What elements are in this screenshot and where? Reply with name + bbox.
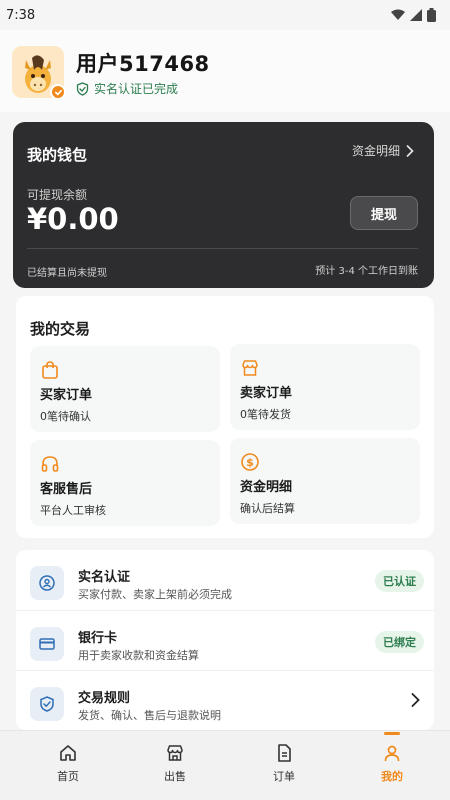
verify-status: 实名认证已完成 bbox=[76, 80, 178, 97]
tile-customer-service[interactable]: 客服售后 平台人工审核 bbox=[30, 440, 220, 526]
wallet-footer-note: 已结算且尚未提现 bbox=[27, 268, 107, 279]
tile-seller-orders[interactable]: 卖家订单 0笔待发货 bbox=[230, 344, 420, 430]
status-badge: 已绑定 bbox=[375, 631, 424, 653]
trade-title: 我的交易 bbox=[30, 320, 91, 338]
document-icon bbox=[278, 744, 291, 762]
wallet-arrival-note: 预计 3-4 个工作日到账 bbox=[315, 266, 418, 277]
store-icon bbox=[242, 360, 258, 376]
wallet-detail-label: 资金明细 bbox=[351, 144, 400, 158]
list-item-sub: 发货、确认、售后与退款说明 bbox=[78, 709, 221, 722]
chevron-right-icon bbox=[411, 693, 420, 707]
withdraw-button[interactable]: 提现 bbox=[350, 196, 418, 230]
nav-label: 我的 bbox=[381, 770, 403, 783]
nav-home[interactable]: 首页 bbox=[23, 731, 113, 800]
active-indicator bbox=[384, 732, 400, 735]
shield-check-icon bbox=[76, 81, 89, 96]
nav-label: 出售 bbox=[164, 770, 186, 783]
store-icon bbox=[167, 745, 183, 761]
tile-title: 客服售后 bbox=[40, 482, 93, 497]
verify-text: 实名认证已完成 bbox=[94, 82, 179, 96]
tile-fund-details[interactable]: $ 资金明细 确认后结算 bbox=[230, 438, 420, 524]
username: 用户517468 bbox=[76, 52, 210, 76]
wallet-detail-link[interactable]: 资金明细 bbox=[352, 142, 414, 159]
home-icon bbox=[60, 745, 76, 761]
account-list: 实名认证 买家付款、卖家上架前必须完成 已认证 银行卡 用于卖家收款和资金结算 … bbox=[16, 550, 434, 730]
status-time: 7:38 bbox=[6, 7, 36, 23]
tile-sub: 0笔待确认 bbox=[40, 410, 91, 423]
nav-me[interactable]: 我的 bbox=[347, 731, 437, 800]
status-badge: 已认证 bbox=[375, 570, 424, 592]
signal-icon bbox=[410, 9, 422, 21]
verified-check-icon bbox=[50, 84, 66, 100]
tile-sub: 平台人工审核 bbox=[40, 504, 106, 517]
wifi-icon bbox=[391, 9, 405, 20]
tile-title: 买家订单 bbox=[40, 388, 93, 403]
shopping-bag-icon bbox=[42, 361, 58, 379]
list-item-title: 银行卡 bbox=[78, 631, 118, 646]
nav-label: 订单 bbox=[273, 770, 295, 783]
trade-card: 我的交易 买家订单 0笔待确认 卖家订单 0笔待发货 客服售后 平台人工审核 $… bbox=[16, 296, 434, 538]
credit-card-icon bbox=[30, 627, 64, 661]
status-icons bbox=[391, 8, 436, 22]
list-item-sub: 买家付款、卖家上架前必须完成 bbox=[78, 588, 232, 601]
balance-label: 可提现余额 bbox=[27, 188, 88, 202]
svg-text:$: $ bbox=[246, 456, 254, 469]
tile-sub: 0笔待发货 bbox=[240, 408, 291, 421]
list-item-real-name[interactable]: 实名认证 买家付款、卖家上架前必须完成 已认证 bbox=[16, 550, 434, 610]
wallet-card: 我的钱包 资金明细 可提现余额 ¥0.00 提现 已结算且尚未提现 预计 3-4… bbox=[13, 122, 434, 288]
nav-sell[interactable]: 出售 bbox=[130, 731, 220, 800]
tile-buyer-orders[interactable]: 买家订单 0笔待确认 bbox=[30, 346, 220, 432]
list-item-trade-rules[interactable]: 交易规则 发货、确认、售后与退款说明 bbox=[16, 670, 434, 730]
tile-sub: 确认后结算 bbox=[240, 502, 295, 515]
headphones-icon bbox=[41, 456, 59, 472]
list-item-sub: 用于卖家收款和资金结算 bbox=[78, 649, 199, 662]
nav-orders[interactable]: 订单 bbox=[239, 731, 329, 800]
profile-header: 用户517468 实名认证已完成 bbox=[0, 30, 450, 112]
user-icon bbox=[384, 745, 400, 762]
balance-amount: ¥0.00 bbox=[27, 202, 119, 236]
list-item-title: 实名认证 bbox=[78, 570, 131, 585]
chevron-right-icon bbox=[406, 144, 414, 157]
nav-label: 首页 bbox=[57, 770, 79, 783]
id-badge-icon bbox=[30, 566, 64, 600]
dollar-coin-icon: $ bbox=[241, 453, 259, 471]
wallet-divider bbox=[27, 248, 418, 249]
list-item-bank-card[interactable]: 银行卡 用于卖家收款和资金结算 已绑定 bbox=[16, 610, 434, 670]
tile-title: 卖家订单 bbox=[240, 386, 293, 401]
wallet-title: 我的钱包 bbox=[27, 146, 88, 164]
tile-title: 资金明细 bbox=[240, 480, 293, 495]
bottom-nav: 首页 出售 订单 我的 bbox=[0, 730, 450, 800]
battery-icon bbox=[427, 8, 436, 22]
list-item-title: 交易规则 bbox=[78, 691, 131, 706]
shield-check-icon bbox=[30, 687, 64, 721]
status-bar: 7:38 bbox=[0, 0, 450, 30]
